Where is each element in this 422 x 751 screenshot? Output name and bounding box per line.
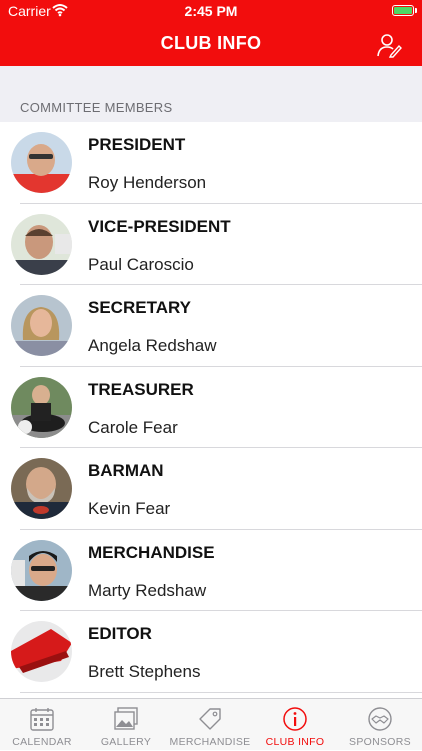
member-name: Roy Henderson	[88, 173, 207, 192]
tab-sponsors[interactable]: SPONSORS	[338, 699, 422, 751]
avatar	[11, 539, 72, 601]
battery-icon	[392, 5, 417, 16]
status-bar: Carrier 2:45 PM	[0, 0, 422, 22]
avatar	[11, 295, 72, 356]
handshake-icon	[368, 707, 392, 731]
person-edit-icon[interactable]	[376, 32, 402, 58]
section-header: COMMITTEE MEMBERS	[0, 66, 422, 122]
member-role: EDITOR	[88, 624, 152, 643]
member-name: Carole Fear	[88, 417, 178, 437]
member-role: MERCHANDISE	[88, 542, 215, 562]
gallery-icon	[114, 707, 138, 730]
committee-list: PRESIDENT Roy Henderson VICE-PRESIDENT P…	[0, 122, 422, 693]
avatar	[11, 376, 72, 438]
tab-label: MERCHANDISE	[169, 736, 251, 748]
tab-bar: CALENDAR GALLERY MERCHANDISE CLUB INFO S…	[0, 698, 422, 750]
avatar	[11, 458, 72, 519]
top-bar: Carrier 2:45 PM CLUB INFO	[0, 0, 422, 66]
member-role: TREASURER	[88, 379, 194, 399]
tab-label: CALENDAR	[12, 736, 72, 748]
page-title: CLUB INFO	[160, 33, 262, 53]
calendar-icon	[30, 708, 54, 731]
avatar	[11, 132, 72, 193]
tab-club-info[interactable]: CLUB INFO	[253, 699, 337, 751]
tag-icon	[199, 708, 221, 730]
list-item[interactable]: VICE-PRESIDENT Paul Caroscio	[0, 204, 422, 285]
list-item[interactable]: EDITOR Brett Stephens	[0, 611, 422, 693]
avatar	[11, 213, 72, 275]
divider	[20, 691, 422, 693]
list-item[interactable]: MERCHANDISE Marty Redshaw	[0, 530, 422, 611]
tab-gallery[interactable]: GALLERY	[84, 699, 168, 751]
info-icon	[283, 707, 307, 731]
member-role: PRESIDENT	[88, 135, 186, 154]
avatar	[11, 621, 72, 682]
tab-label: SPONSORS	[349, 736, 411, 748]
list-item[interactable]: BARMAN Kevin Fear	[0, 448, 422, 530]
member-name: Brett Stephens	[88, 662, 201, 681]
member-name: Paul Caroscio	[88, 254, 194, 274]
member-name: Angela Redshaw	[88, 336, 217, 355]
tab-label: GALLERY	[100, 736, 152, 748]
status-time: 2:45 PM	[184, 3, 238, 19]
member-name: Kevin Fear	[88, 499, 171, 518]
tab-label: CLUB INFO	[265, 736, 325, 748]
member-role: BARMAN	[88, 461, 164, 480]
tab-calendar[interactable]: CALENDAR	[0, 699, 84, 751]
tab-merchandise[interactable]: MERCHANDISE	[168, 699, 252, 751]
section-header-label: COMMITTEE MEMBERS	[20, 100, 173, 115]
member-name: Marty Redshaw	[88, 580, 207, 600]
list-item[interactable]: TREASURER Carole Fear	[0, 367, 422, 448]
list-item[interactable]: PRESIDENT Roy Henderson	[0, 122, 422, 204]
member-role: SECRETARY	[88, 298, 191, 317]
member-role: VICE-PRESIDENT	[88, 216, 231, 236]
list-item[interactable]: SECRETARY Angela Redshaw	[0, 285, 422, 367]
